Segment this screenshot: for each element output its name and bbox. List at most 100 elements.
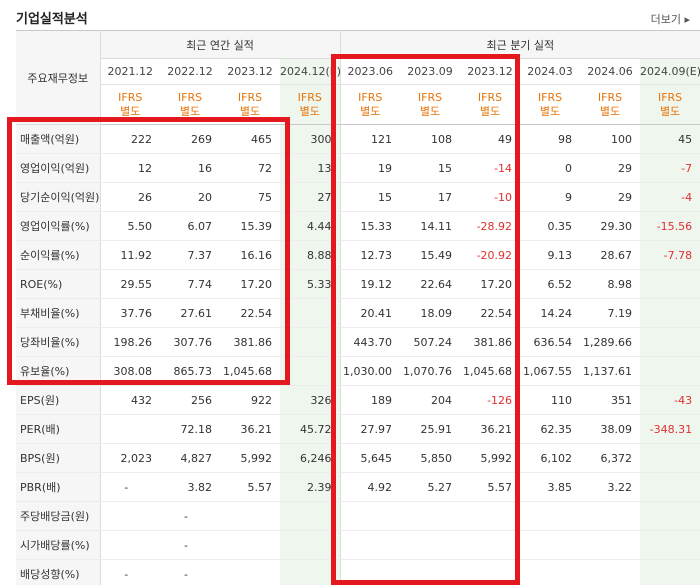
table-cell: -20.92 xyxy=(460,240,521,270)
period-header: 2024.12(E) xyxy=(280,58,341,85)
table-row: 부채비율(%) 37.76 27.61 22.54 20.41 18.09 22.54 14.… xyxy=(16,298,700,328)
row-label: 부채비율(%) xyxy=(16,298,101,328)
more-link[interactable]: 더보기 ▸ xyxy=(651,11,690,27)
accounting-standard-label: IFRS 별도 xyxy=(640,84,700,125)
table-cell xyxy=(100,530,160,560)
table-cell: - xyxy=(160,559,220,585)
table-cell: -14 xyxy=(460,153,521,183)
table-cell: 381.86 xyxy=(220,327,280,357)
row-label: 당기순이익(억원) xyxy=(16,182,101,212)
table-cell: 49 xyxy=(460,124,521,154)
table-cell: - xyxy=(100,472,160,502)
accounting-standard-label: IFRS 별도 xyxy=(460,84,521,125)
table-cell: 4.92 xyxy=(340,472,401,502)
table-cell: -126 xyxy=(460,385,521,415)
table-cell: 28.67 xyxy=(580,240,641,270)
table-cell: 1,137.61 xyxy=(580,356,641,386)
table-cell: 326 xyxy=(280,385,341,415)
table-row: PBR(배) -3.82 5.57 2.39 4.92 5.27 5.57 3.85 3.22 xyxy=(16,472,700,502)
table-cell: 26 xyxy=(100,182,160,212)
table-cell: -7.78 xyxy=(640,240,700,270)
table-cell: 0 xyxy=(520,153,581,183)
period-header: 2024.03 xyxy=(520,58,581,85)
table-cell: 15 xyxy=(340,182,401,212)
table-row: 순이익률(%) 11.92 7.37 16.16 8.88 12.73 15.49 -20.9… xyxy=(16,240,700,270)
table-cell: 27.97 xyxy=(340,414,401,444)
accounting-standard-label: IFRS 별도 xyxy=(100,84,160,125)
table-cell: 14.24 xyxy=(520,298,581,328)
table-cell: 1,045.68 xyxy=(460,356,521,386)
table-cell: 636.54 xyxy=(520,327,581,357)
table-cell: 17.20 xyxy=(220,269,280,299)
table-cell: 38.09 xyxy=(580,414,641,444)
table-cell: 75 xyxy=(220,182,280,212)
table-cell xyxy=(280,327,341,357)
table-cell: -15.56 xyxy=(640,211,700,241)
table-cell xyxy=(400,559,461,585)
table-cell: 8.88 xyxy=(280,240,341,270)
table-cell: 4,827 xyxy=(160,443,220,473)
standard-line2: 별도 xyxy=(599,104,621,118)
table-row: 주당배당금(원) - xyxy=(16,501,700,531)
table-cell: 1,045.68 xyxy=(220,356,280,386)
table-cell: 19.12 xyxy=(340,269,401,299)
table-cell xyxy=(520,530,581,560)
table-cell: 865.73 xyxy=(160,356,220,386)
table-cell: 17 xyxy=(400,182,461,212)
standard-line2: 별도 xyxy=(539,104,561,118)
standard-line2: 별도 xyxy=(239,104,261,118)
table-cell: 11.92 xyxy=(100,240,160,270)
table-cell: 9.13 xyxy=(520,240,581,270)
table-cell: -28.92 xyxy=(460,211,521,241)
standard-line2: 별도 xyxy=(659,104,681,118)
standard-line1: IFRS xyxy=(417,90,443,104)
table-cell xyxy=(220,559,280,585)
table-cell xyxy=(100,501,160,531)
table-cell: 14.11 xyxy=(400,211,461,241)
table-cell: 5,645 xyxy=(340,443,401,473)
period-header: 2021.12 xyxy=(100,58,160,85)
table-cell: 15.39 xyxy=(220,211,280,241)
accounting-standard-label: IFRS 별도 xyxy=(520,84,581,125)
table-row: 매출액(억원) 222 269 465 300 121 108 49 98 100 45 xyxy=(16,124,700,154)
table-cell: 443.70 xyxy=(340,327,401,357)
table-cell: 1,067.55 xyxy=(520,356,581,386)
table-cell: 36.21 xyxy=(220,414,280,444)
table-cell: 100 xyxy=(580,124,641,154)
table-cell: 29 xyxy=(580,153,641,183)
table-cell: 2.39 xyxy=(280,472,341,502)
row-label: 매출액(억원) xyxy=(16,124,101,154)
accounting-standard-label: IFRS 별도 xyxy=(340,84,401,125)
table-cell: 307.76 xyxy=(160,327,220,357)
row-label: 배당성향(%) xyxy=(16,559,101,585)
standard-line2: 별도 xyxy=(120,104,141,118)
table-cell: 20.41 xyxy=(340,298,401,328)
row-label: 당좌비율(%) xyxy=(16,327,101,357)
table-cell: 16 xyxy=(160,153,220,183)
table-cell: 121 xyxy=(340,124,401,154)
financial-table: 주요재무정보 최근 연간 실적 최근 분기 실적 2021.12 2022.12 2… xyxy=(16,30,700,585)
table-cell: -7 xyxy=(640,153,700,183)
standard-line2: 별도 xyxy=(360,104,381,118)
period-header: 2024.09(E) xyxy=(640,58,700,85)
row-label: EPS(원) xyxy=(16,385,101,415)
table-cell: 27 xyxy=(280,182,341,212)
table-cell: 6.07 xyxy=(160,211,220,241)
standard-line2: 별도 xyxy=(419,104,441,118)
period-header: 2022.12 xyxy=(160,58,220,85)
table-cell: 29.55 xyxy=(100,269,160,299)
table-cell: 507.24 xyxy=(400,327,461,357)
row-label: 주당배당금(원) xyxy=(16,501,101,531)
table-cell xyxy=(280,356,341,386)
table-cell xyxy=(280,501,341,531)
table-cell: 7.74 xyxy=(160,269,220,299)
table-cell: 22.54 xyxy=(220,298,280,328)
row-label: 영업이익률(%) xyxy=(16,211,101,241)
table-cell: 19 xyxy=(340,153,401,183)
table-cell: 3.22 xyxy=(580,472,641,502)
table-cell: 222 xyxy=(100,124,160,154)
annual-group-header: 최근 연간 실적 xyxy=(100,30,341,59)
table-cell: 17.20 xyxy=(460,269,521,299)
table-cell xyxy=(220,530,280,560)
table-cell: -348.31 xyxy=(640,414,700,444)
